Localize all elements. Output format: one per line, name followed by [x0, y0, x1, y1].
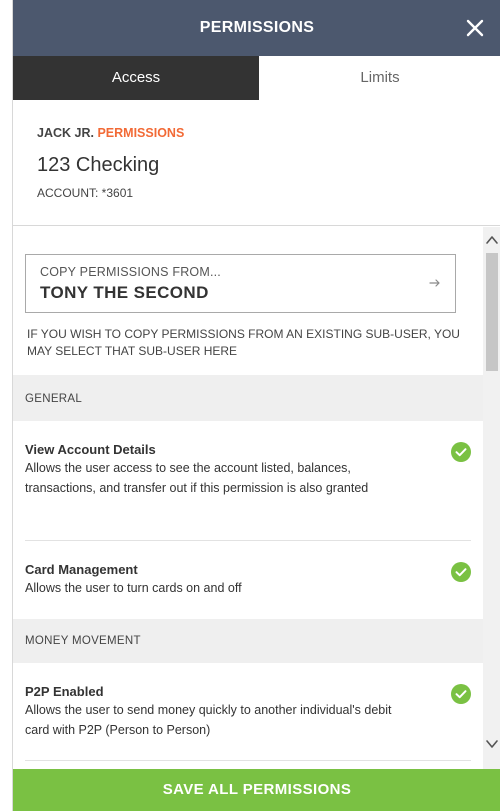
permission-row-view-account-details: View Account Details Allows the user acc…: [25, 421, 471, 541]
account-owner-name: JACK JR.: [37, 126, 94, 140]
permission-row-p2p-enabled: P2P Enabled Allows the user to send mone…: [25, 663, 471, 761]
account-owner-suffix: PERMISSIONS: [97, 126, 185, 140]
panel-header: PERMISSIONS: [13, 0, 500, 56]
panel-title: PERMISSIONS: [199, 19, 315, 36]
check-circle-icon[interactable]: [451, 684, 471, 704]
permission-row-card-management: Card Management Allows the user to turn …: [25, 541, 471, 619]
scrollbar-thumb[interactable]: [486, 253, 498, 371]
check-circle-icon[interactable]: [451, 442, 471, 462]
permissions-scroll-area[interactable]: COPY PERMISSIONS FROM... TONY THE SECOND…: [13, 227, 500, 769]
save-all-permissions-button[interactable]: SAVE ALL PERMISSIONS: [13, 769, 500, 811]
copy-permissions-card: COPY PERMISSIONS FROM... TONY THE SECOND…: [13, 227, 483, 375]
section-header-money-movement: MONEY MOVEMENT: [25, 635, 141, 647]
chevron-up-icon[interactable]: [483, 227, 500, 253]
copy-permissions-select[interactable]: COPY PERMISSIONS FROM... TONY THE SECOND: [25, 254, 456, 313]
permission-description: Allows the user to turn cards on and off: [25, 581, 242, 595]
account-name: 123 Checking: [37, 154, 160, 176]
permissions-panel: PERMISSIONS Access Limits JACK JR. PERMI…: [12, 0, 500, 811]
tab-access[interactable]: Access: [13, 56, 259, 100]
vertical-scrollbar[interactable]: [483, 227, 500, 769]
close-button[interactable]: [459, 12, 491, 44]
tab-bar: Access Limits: [13, 56, 500, 100]
copy-permissions-note: IF YOU WISH TO COPY PERMISSIONS FROM AN …: [27, 327, 460, 358]
tab-limits[interactable]: Limits: [259, 56, 500, 100]
general-permissions-card: View Account Details Allows the user acc…: [13, 421, 483, 619]
permission-title: Card Management: [25, 562, 138, 577]
arrow-right-icon: [429, 279, 440, 287]
chevron-down-icon[interactable]: [483, 731, 500, 757]
permission-title: P2P Enabled: [25, 684, 104, 699]
permission-title: View Account Details: [25, 442, 156, 457]
money-movement-permissions-card: P2P Enabled Allows the user to send mone…: [13, 663, 483, 769]
section-header-general: GENERAL: [25, 393, 83, 405]
account-number: ACCOUNT: *3601: [37, 186, 134, 200]
copy-permissions-selected-user: TONY THE SECOND: [40, 283, 209, 302]
account-owner-heading: JACK JR. PERMISSIONS: [37, 126, 184, 140]
close-icon: [466, 19, 484, 37]
permission-description: Allows the user to send money quickly to…: [25, 703, 392, 737]
copy-permissions-caption: COPY PERMISSIONS FROM...: [40, 265, 221, 279]
permission-description: Allows the user access to see the accoun…: [25, 461, 369, 495]
check-circle-icon[interactable]: [451, 562, 471, 582]
account-summary: JACK JR. PERMISSIONS 123 Checking ACCOUN…: [13, 100, 500, 226]
